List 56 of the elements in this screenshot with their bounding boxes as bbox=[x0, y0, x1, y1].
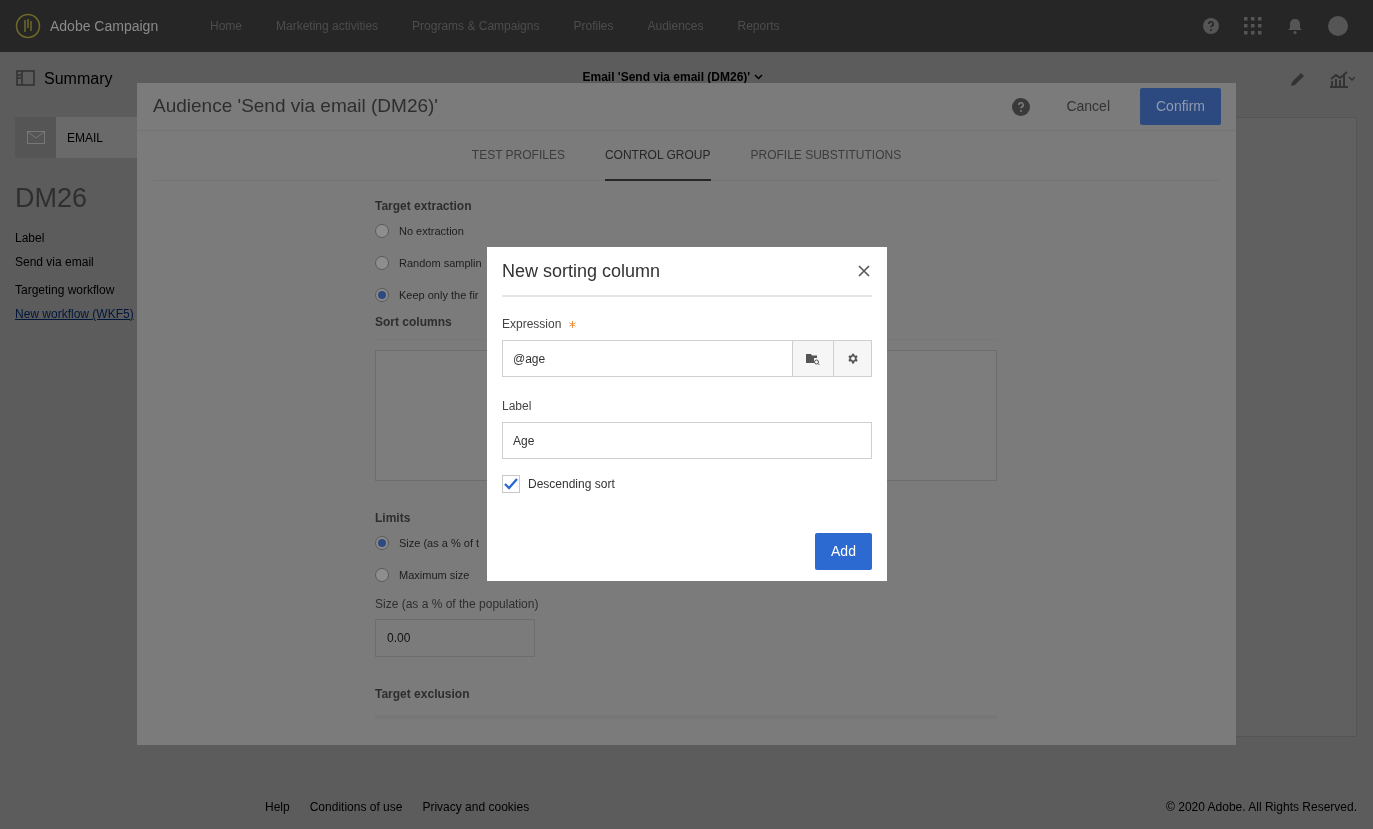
settings-button[interactable] bbox=[833, 340, 872, 377]
envelope-icon bbox=[26, 131, 45, 144]
close-icon[interactable] bbox=[858, 265, 870, 277]
folder-search-icon bbox=[806, 352, 820, 365]
tab[interactable]: PROFILE SUBSTITUTIONS bbox=[750, 131, 902, 181]
summary-title: Summary bbox=[44, 70, 113, 88]
tab[interactable]: TEST PROFILES bbox=[471, 131, 565, 181]
caret-icon[interactable] bbox=[754, 74, 764, 80]
radio-button[interactable] bbox=[375, 568, 389, 582]
footer-link[interactable]: Privacy and cookies bbox=[422, 798, 530, 816]
section-heading: Target exclusion bbox=[375, 685, 997, 719]
radio-button[interactable] bbox=[375, 536, 389, 550]
option-label: Maximum size bbox=[399, 567, 470, 583]
field-label: Targeting workflow bbox=[15, 281, 116, 299]
radio-button[interactable] bbox=[375, 288, 389, 302]
dialog-title: Audience 'Send via email (DM26)' bbox=[153, 94, 438, 119]
dialog-title: New sorting column bbox=[502, 259, 661, 283]
chart-icon[interactable] bbox=[1329, 70, 1355, 88]
breadcrumb-title[interactable]: Email 'Send via email (DM26)' bbox=[582, 70, 751, 84]
label-input[interactable]: Age bbox=[502, 422, 872, 459]
expression-input[interactable]: @age bbox=[502, 340, 793, 377]
copyright-text: © 2020 Adobe. All Rights Reserved. bbox=[1166, 799, 1357, 816]
pencil-icon[interactable] bbox=[1289, 70, 1307, 88]
option-label: No extraction bbox=[399, 223, 464, 239]
field-value: Send via email bbox=[15, 253, 95, 271]
field-picker-button[interactable] bbox=[793, 340, 833, 377]
logo-icon bbox=[15, 13, 41, 39]
option-label: Random samplin bbox=[399, 255, 482, 271]
size-input[interactable]: 0.00 bbox=[375, 619, 535, 657]
brand-name: Adobe Campaign bbox=[50, 16, 160, 36]
field-label: Expression bbox=[502, 316, 562, 333]
radio-button[interactable] bbox=[375, 256, 389, 270]
user-avatar-icon[interactable] bbox=[1328, 16, 1348, 36]
settings-icon bbox=[846, 352, 859, 365]
confirm-button[interactable]: Confirm bbox=[1140, 88, 1221, 125]
help-icon[interactable] bbox=[1202, 17, 1220, 35]
checkbox-label: Descending sort bbox=[528, 476, 615, 493]
radio-button[interactable] bbox=[375, 224, 389, 238]
field-label: Size (as a % of the population) bbox=[375, 596, 540, 613]
field-label: Label bbox=[502, 398, 533, 415]
option-label: Keep only the fir bbox=[399, 287, 479, 303]
add-button[interactable]: Add bbox=[815, 533, 872, 570]
panel-icon[interactable] bbox=[16, 70, 35, 86]
option-label: Size (as a % of t bbox=[399, 535, 480, 551]
help-icon[interactable] bbox=[1012, 97, 1031, 116]
section-heading: Target extraction bbox=[375, 198, 473, 215]
footer-link[interactable]: Conditions of use bbox=[309, 798, 403, 816]
section-heading: Limits bbox=[375, 510, 412, 527]
footer-link[interactable]: Help bbox=[265, 798, 290, 816]
field-label: Label bbox=[15, 229, 46, 247]
checkbox[interactable] bbox=[502, 475, 520, 493]
tab[interactable]: CONTROL GROUP bbox=[604, 131, 711, 181]
channel-label: EMAIL bbox=[67, 129, 103, 147]
apps-grid-icon[interactable] bbox=[1244, 17, 1262, 35]
cancel-button[interactable]: Cancel bbox=[1064, 96, 1112, 117]
bell-icon[interactable] bbox=[1286, 17, 1304, 35]
